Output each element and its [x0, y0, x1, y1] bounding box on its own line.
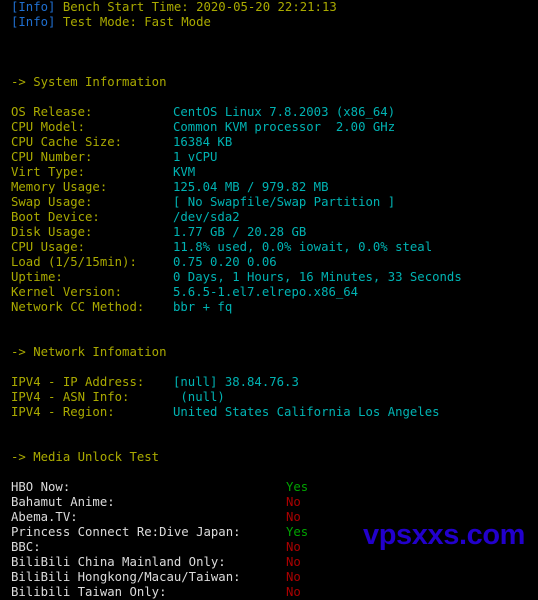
row-label: Load (1/5/15min): [11, 255, 137, 269]
row-value: 1.77 GB / 20.28 GB [173, 225, 307, 239]
row-label: Boot Device: [11, 210, 100, 224]
row-label: Uptime: [11, 270, 63, 284]
row-value: CentOS Linux 7.8.2003 (x86_64) [173, 105, 396, 119]
row-label: CPU Cache Size: [11, 135, 123, 149]
row-label: BiliBili China Mainland Only: [11, 555, 226, 569]
row-label: OS Release: [11, 105, 93, 119]
row-value: 5.6.5-1.el7.elrepo.x86_64 [173, 285, 359, 299]
row-label: HBO Now: [11, 480, 71, 494]
info-tag: [Info] [11, 0, 56, 14]
row-label: Bilibili Taiwan Only: [11, 585, 167, 599]
row-value: 0.75 0.20 0.06 [173, 255, 277, 269]
row-boot-device: Boot Device: /dev/sda2 [0, 210, 538, 225]
row-label: Princess Connect Re:Dive Japan: [11, 525, 241, 539]
row-value: No [286, 540, 301, 554]
row-label: Kernel Version: [11, 285, 123, 299]
row-label: Disk Usage: [11, 225, 93, 239]
row-cpu-number: CPU Number: 1 vCPU [0, 150, 538, 165]
row-label: Virt Type: [11, 165, 86, 179]
log-text: Bench Start Time: 2020-05-20 22:21:13 [55, 0, 337, 14]
row-os-release: OS Release: CentOS Linux 7.8.2003 (x86_64… [0, 105, 538, 120]
row-value: 11.8% used, 0.0% iowait, 0.0% steal [173, 240, 433, 254]
row-virt-type: Virt Type: KVM [0, 165, 538, 180]
row-value: 0 Days, 1 Hours, 16 Minutes, 33 Seconds [173, 270, 462, 284]
row-value: No [286, 585, 301, 599]
row-label: CPU Model: [11, 120, 86, 134]
row-value: 125.04 MB / 979.82 MB [173, 180, 329, 194]
row-bilibili-taiwan-only: Bilibili Taiwan Only: No [0, 585, 538, 600]
row-value: United States California Los Angeles [173, 405, 440, 419]
row-cpu-cache-size: CPU Cache Size: 16384 KB [0, 135, 538, 150]
row-value: (null) [173, 390, 225, 404]
row-value: /dev/sda2 [173, 210, 240, 224]
terminal-window: [Info] Bench Start Time: 2020-05-20 22:2… [0, 0, 538, 599]
section-heading-media: -> Media Unlock Test [11, 450, 160, 464]
row-network-cc-method: Network CC Method: bbr + fq [0, 300, 538, 315]
row-bahamut-anime: Bahamut Anime: No [0, 495, 538, 510]
row-ipv4-address: IPV4 - IP Address: [null] 38.84.76.3 [0, 375, 538, 390]
log-text: Test Mode: Fast Mode [55, 15, 211, 29]
log-line-test-mode: [Info] Test Mode: Fast Mode [0, 15, 538, 30]
section-heading-system: -> System Information [11, 75, 167, 89]
row-swap-usage: Swap Usage: [ No Swapfile/Swap Partition … [0, 195, 538, 210]
row-value: Yes [286, 525, 309, 539]
row-cpu-usage: CPU Usage: 11.8% used, 0.0% iowait, 0.0% … [0, 240, 538, 255]
row-load-average: Load (1/5/15min): 0.75 0.20 0.06 [0, 255, 538, 270]
section-heading-network: -> Network Infomation [11, 345, 167, 359]
row-value: No [286, 495, 301, 509]
row-value: No [286, 555, 301, 569]
row-label: CPU Number: [11, 150, 93, 164]
row-value: KVM [173, 165, 196, 179]
row-label: IPV4 - ASN Info: [11, 390, 130, 404]
row-label: Abema.TV: [11, 510, 78, 524]
row-value: Common KVM processor 2.00 GHz [173, 120, 396, 134]
row-label: BiliBili Hongkong/Macau/Taiwan: [11, 570, 241, 584]
row-label: Swap Usage: [11, 195, 93, 209]
row-value: [ No Swapfile/Swap Partition ] [173, 195, 396, 209]
row-value: No [286, 510, 301, 524]
row-value: bbr + fq [173, 300, 233, 314]
row-label: BBC: [11, 540, 41, 554]
row-label: Memory Usage: [11, 180, 108, 194]
row-value: 1 vCPU [173, 150, 218, 164]
row-value: Yes [286, 480, 309, 494]
row-label: IPV4 - IP Address: [11, 375, 145, 389]
row-value: 16384 KB [173, 135, 233, 149]
row-bilibili-hk-macau-taiwan: BiliBili Hongkong/Macau/Taiwan: No [0, 570, 538, 585]
row-uptime: Uptime: 0 Days, 1 Hours, 16 Minutes, 33 S… [0, 270, 538, 285]
row-memory-usage: Memory Usage: 125.04 MB / 979.82 MB [0, 180, 538, 195]
row-label: Bahamut Anime: [11, 495, 115, 509]
info-tag: [Info] [11, 15, 56, 29]
row-kernel-version: Kernel Version: 5.6.5-1.el7.elrepo.x86_64 [0, 285, 538, 300]
row-ipv4-asn-info: IPV4 - ASN Info: (null) [0, 390, 538, 405]
row-hbo-now: HBO Now: Yes [0, 480, 538, 495]
row-ipv4-region: IPV4 - Region: United States California L… [0, 405, 538, 420]
row-label: Network CC Method: [11, 300, 145, 314]
row-label: CPU Usage: [11, 240, 86, 254]
log-line-bench-start: [Info] Bench Start Time: 2020-05-20 22:2… [0, 0, 538, 15]
watermark: vpsxxs.com [363, 519, 526, 551]
row-bilibili-china-mainland: BiliBili China Mainland Only: No [0, 555, 538, 570]
row-value: [null] 38.84.76.3 [173, 375, 299, 389]
row-cpu-model: CPU Model: Common KVM processor 2.00 GHz [0, 120, 538, 135]
row-disk-usage: Disk Usage: 1.77 GB / 20.28 GB [0, 225, 538, 240]
row-value: No [286, 570, 301, 584]
row-label: IPV4 - Region: [11, 405, 115, 419]
